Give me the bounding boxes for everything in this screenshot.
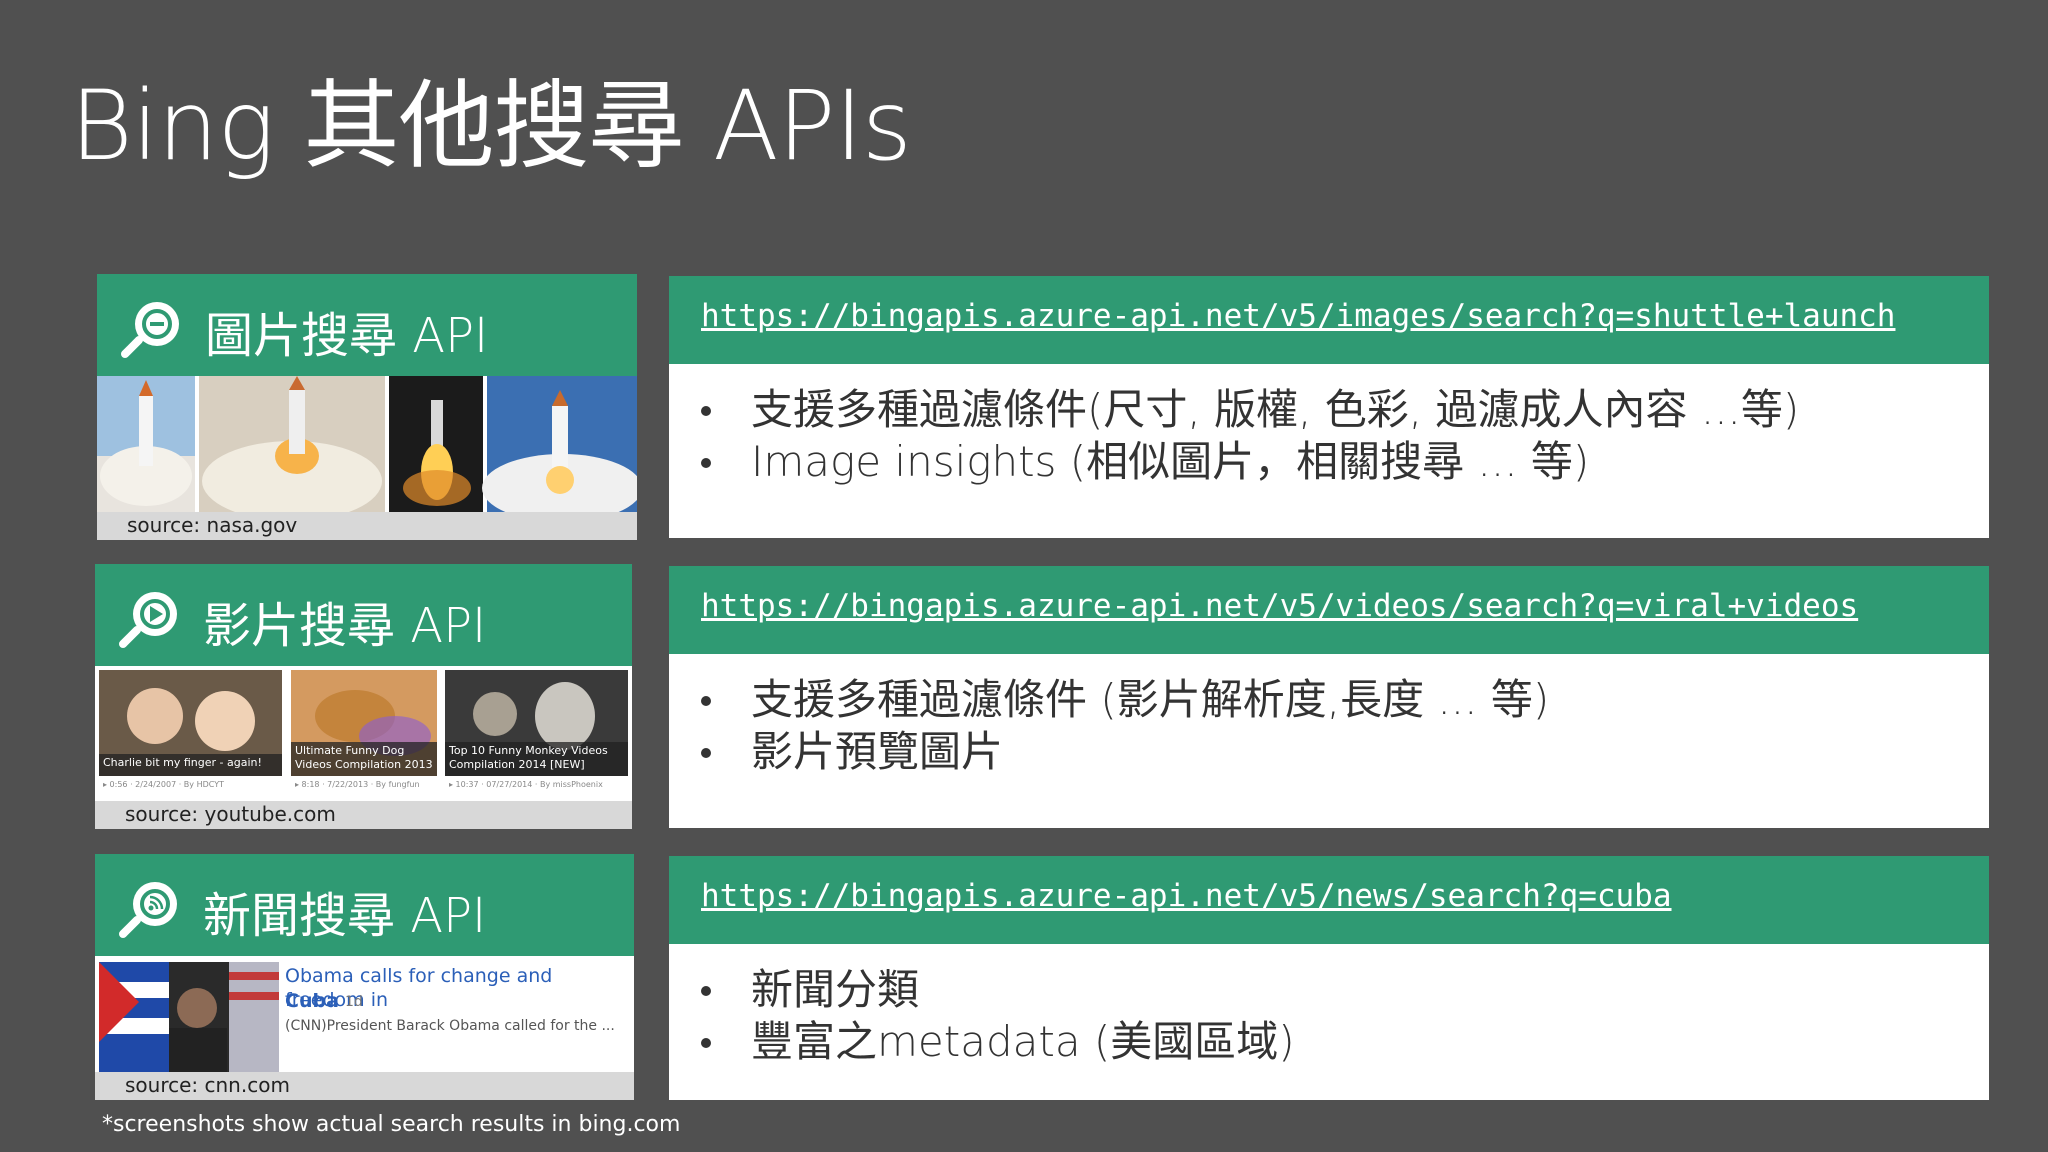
video-meta-3: ▸ 10:37 · 07/27/2014 · By missPhoenix — [449, 780, 603, 789]
shuttle-launch-photos — [97, 376, 637, 512]
news-search-url-link[interactable]: https://bingapis.azure-api.net/v5/news/s… — [701, 878, 1672, 914]
feature-list: 支援多種過濾條件(尺寸, 版權, 色彩, 過濾成人內容 ...等) Image … — [687, 384, 1979, 488]
video-meta-1: ▸ 0:56 · 2/24/2007 · By HDCYT — [103, 780, 224, 789]
news-photo — [99, 962, 279, 1078]
card-title: 圖片搜尋 API — [205, 308, 489, 364]
news-search-card: 新聞搜尋 API Obama calls for change and free… — [95, 854, 634, 1100]
video-thumbnails: Charlie bit my finger - again! Ultimate … — [95, 666, 632, 801]
footnote: *screenshots show actual search results … — [102, 1112, 681, 1137]
news-search-icon — [119, 882, 177, 938]
url-bar: https://bingapis.azure-api.net/v5/news/s… — [669, 856, 1989, 944]
video-search-url-link[interactable]: https://bingapis.azure-api.net/v5/videos… — [701, 588, 1858, 624]
bullet-dot — [701, 748, 711, 758]
video-search-details: https://bingapis.azure-api.net/v5/videos… — [669, 566, 1989, 828]
bullet-dot — [701, 986, 711, 996]
bullet-item: 支援多種過濾條件(尺寸, 版權, 色彩, 過濾成人內容 ...等) — [687, 384, 1979, 436]
video-caption-1: Charlie bit my finger - again! — [103, 756, 262, 769]
news-age: 1d — [345, 994, 363, 1010]
bullet-item: 新聞分類 — [687, 964, 1979, 1016]
url-bar: https://bingapis.azure-api.net/v5/images… — [669, 276, 1989, 364]
news-result-preview: Obama calls for change and freedom in Cu… — [95, 956, 634, 1078]
card-header: 新聞搜尋 API — [95, 854, 634, 956]
image-search-card: 圖片搜尋 API source: nasa.gov — [97, 274, 637, 540]
video-meta-2: ▸ 8:18 · 7/22/2013 · By fungfun — [295, 780, 420, 789]
bullet-dot — [701, 458, 711, 468]
bullet-dot — [701, 406, 711, 416]
video-search-icon — [119, 592, 177, 648]
news-query-term: Cuba — [285, 990, 339, 1012]
video-source-caption: source: youtube.com — [95, 801, 632, 829]
bullet-item: 影片預覽圖片 — [687, 726, 1979, 778]
bullet-item: Image insights (相似圖片，相關搜尋 ... 等) — [687, 436, 1979, 488]
card-title: 新聞搜尋 API — [203, 888, 487, 944]
news-source-caption: source: cnn.com — [95, 1072, 634, 1100]
image-search-url-link[interactable]: https://bingapis.azure-api.net/v5/images… — [701, 298, 1895, 334]
video-caption-2: Ultimate Funny Dog Videos Compilation 20… — [295, 744, 433, 771]
url-bar: https://bingapis.azure-api.net/v5/videos… — [669, 566, 1989, 654]
feature-list: 新聞分類 豐富之metadata (美國區域) — [687, 964, 1979, 1068]
card-title: 影片搜尋 API — [203, 598, 487, 654]
card-header: 影片搜尋 API — [95, 564, 632, 666]
bullet-item: 支援多種過濾條件 (影片解析度,長度 ... 等) — [687, 674, 1979, 726]
image-search-details: https://bingapis.azure-api.net/v5/images… — [669, 276, 1989, 538]
video-caption-3: Top 10 Funny Monkey Videos Compilation 2… — [449, 744, 608, 771]
bullet-item: 豐富之metadata (美國區域) — [687, 1016, 1979, 1068]
image-thumbnails — [97, 376, 637, 512]
bullet-dot — [701, 1038, 711, 1048]
image-search-icon — [121, 302, 179, 358]
feature-list: 支援多種過濾條件 (影片解析度,長度 ... 等) 影片預覽圖片 — [687, 674, 1979, 778]
news-search-details: https://bingapis.azure-api.net/v5/news/s… — [669, 856, 1989, 1100]
image-source-caption: source: nasa.gov — [97, 512, 637, 540]
bullet-dot — [701, 696, 711, 706]
news-snippet: (CNN)President Barack Obama called for t… — [285, 1018, 615, 1034]
slide-title: Bing 其他搜尋 APIs — [70, 70, 912, 182]
card-header: 圖片搜尋 API — [97, 274, 637, 376]
video-search-card: 影片搜尋 API Charlie bit my finger - again! … — [95, 564, 632, 829]
